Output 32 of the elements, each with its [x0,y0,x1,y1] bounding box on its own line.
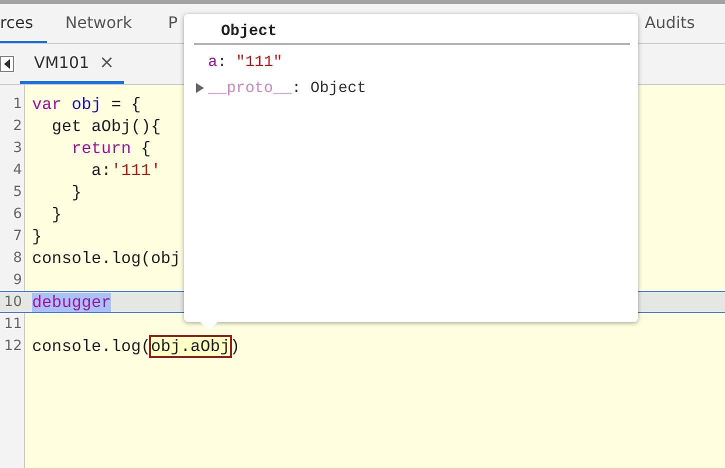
line-number: 9 [12,272,22,288]
line-number: 1 [12,96,22,112]
code-line: } [32,226,42,246]
code-line: } [70,182,82,202]
property-entry: a: "111" [208,53,282,71]
code-line: } [50,204,62,224]
code-line: a:'111' [90,160,161,180]
sidebar-toggle-icon[interactable] [0,56,14,72]
line-number: 4 [12,162,22,178]
panel-tab[interactable]: Network [47,4,150,43]
line-number: 6 [12,206,22,222]
code-line: console.log(obj [32,248,181,268]
file-tab[interactable]: VM101 × [20,44,124,84]
code-line: return { [70,138,151,158]
line-number: 10 [3,294,22,310]
code-line: get aObj(){ [50,116,161,136]
line-number: 8 [12,250,22,266]
line-number: 2 [12,118,22,134]
property-entry: __proto__: Object [208,79,366,97]
code-line: console.log(obj.aObj) [32,336,240,356]
expand-triangle-icon[interactable] [196,83,204,93]
panel-tab[interactable]: P [150,4,196,43]
file-name: VM101 [34,53,90,72]
panel-tab[interactable]: Audits [626,4,695,43]
popover-title: Object [220,22,278,42]
line-number: 5 [12,184,22,200]
line-number: 3 [12,140,22,156]
line-number: 7 [12,228,22,244]
code-line: var obj = { [32,94,141,114]
line-number: 11 [3,316,22,332]
line-number: 12 [3,338,22,354]
close-icon[interactable]: × [99,52,114,73]
